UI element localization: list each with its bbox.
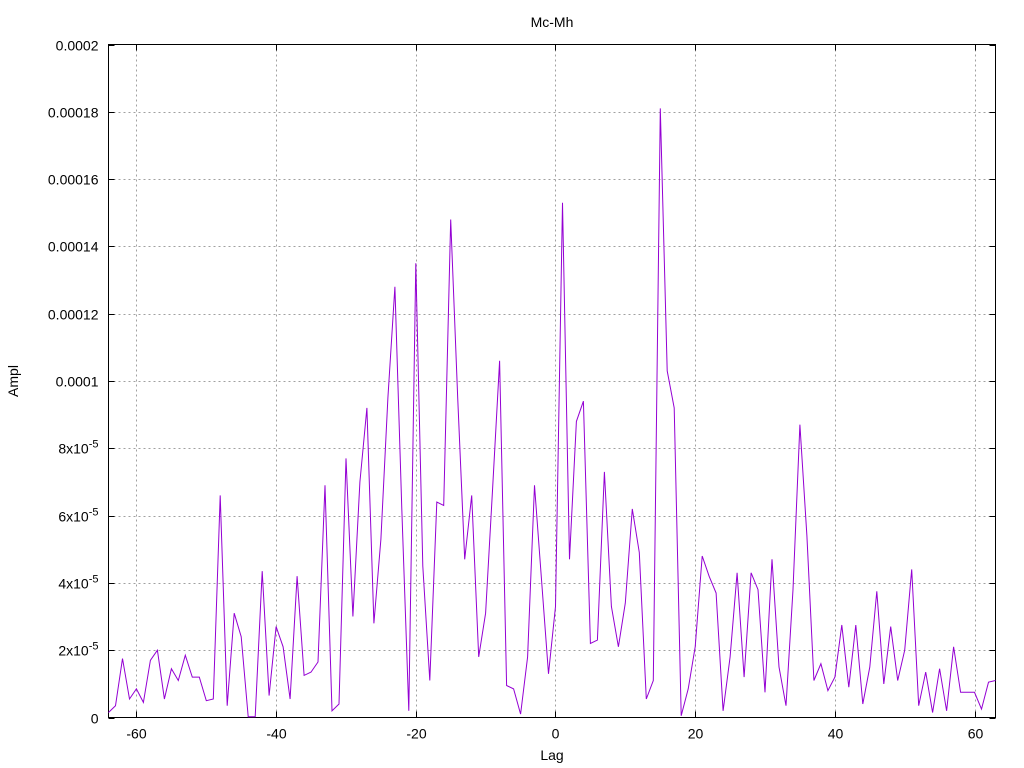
y-tick-label: 0.00018 (48, 105, 99, 121)
y-tick-label: 0.0001 (56, 374, 99, 390)
x-tick-label: 0 (552, 726, 560, 742)
x-tick-label: -40 (266, 726, 286, 742)
y-tick-label: 0.00016 (48, 172, 99, 188)
y-tick-mantissa: 8x10 (58, 441, 89, 457)
x-tick-label: -20 (406, 726, 426, 742)
y-tick-exponent: -5 (89, 574, 99, 586)
y-tick-mantissa: 6x10 (58, 509, 89, 525)
chart-background (0, 0, 1024, 768)
y-tick-label: 0.0002 (56, 38, 99, 54)
x-tick-label: 40 (828, 726, 844, 742)
x-tick-label: 60 (968, 726, 984, 742)
y-tick-exponent: -5 (89, 641, 99, 653)
y-axis-title: Ampl (5, 365, 21, 397)
y-tick-exponent: -5 (89, 507, 99, 519)
y-tick-mantissa: 4x10 (58, 576, 89, 592)
x-axis-title: Lag (540, 747, 563, 763)
y-tick-mantissa: 2x10 (58, 643, 89, 659)
x-tick-label: 20 (688, 726, 704, 742)
y-tick-label: 0 (91, 711, 99, 727)
y-tick-label: 0.00014 (48, 239, 99, 255)
x-tick-label: -60 (126, 726, 146, 742)
y-tick-exponent: -5 (89, 439, 99, 451)
line-chart: -60 -40 -20 0 20 40 60 02x10-54x10-56x10-58x10… (0, 0, 1024, 768)
y-tick-label: 0.00012 (48, 307, 99, 323)
chart-title: Mc-Mh (531, 14, 574, 30)
